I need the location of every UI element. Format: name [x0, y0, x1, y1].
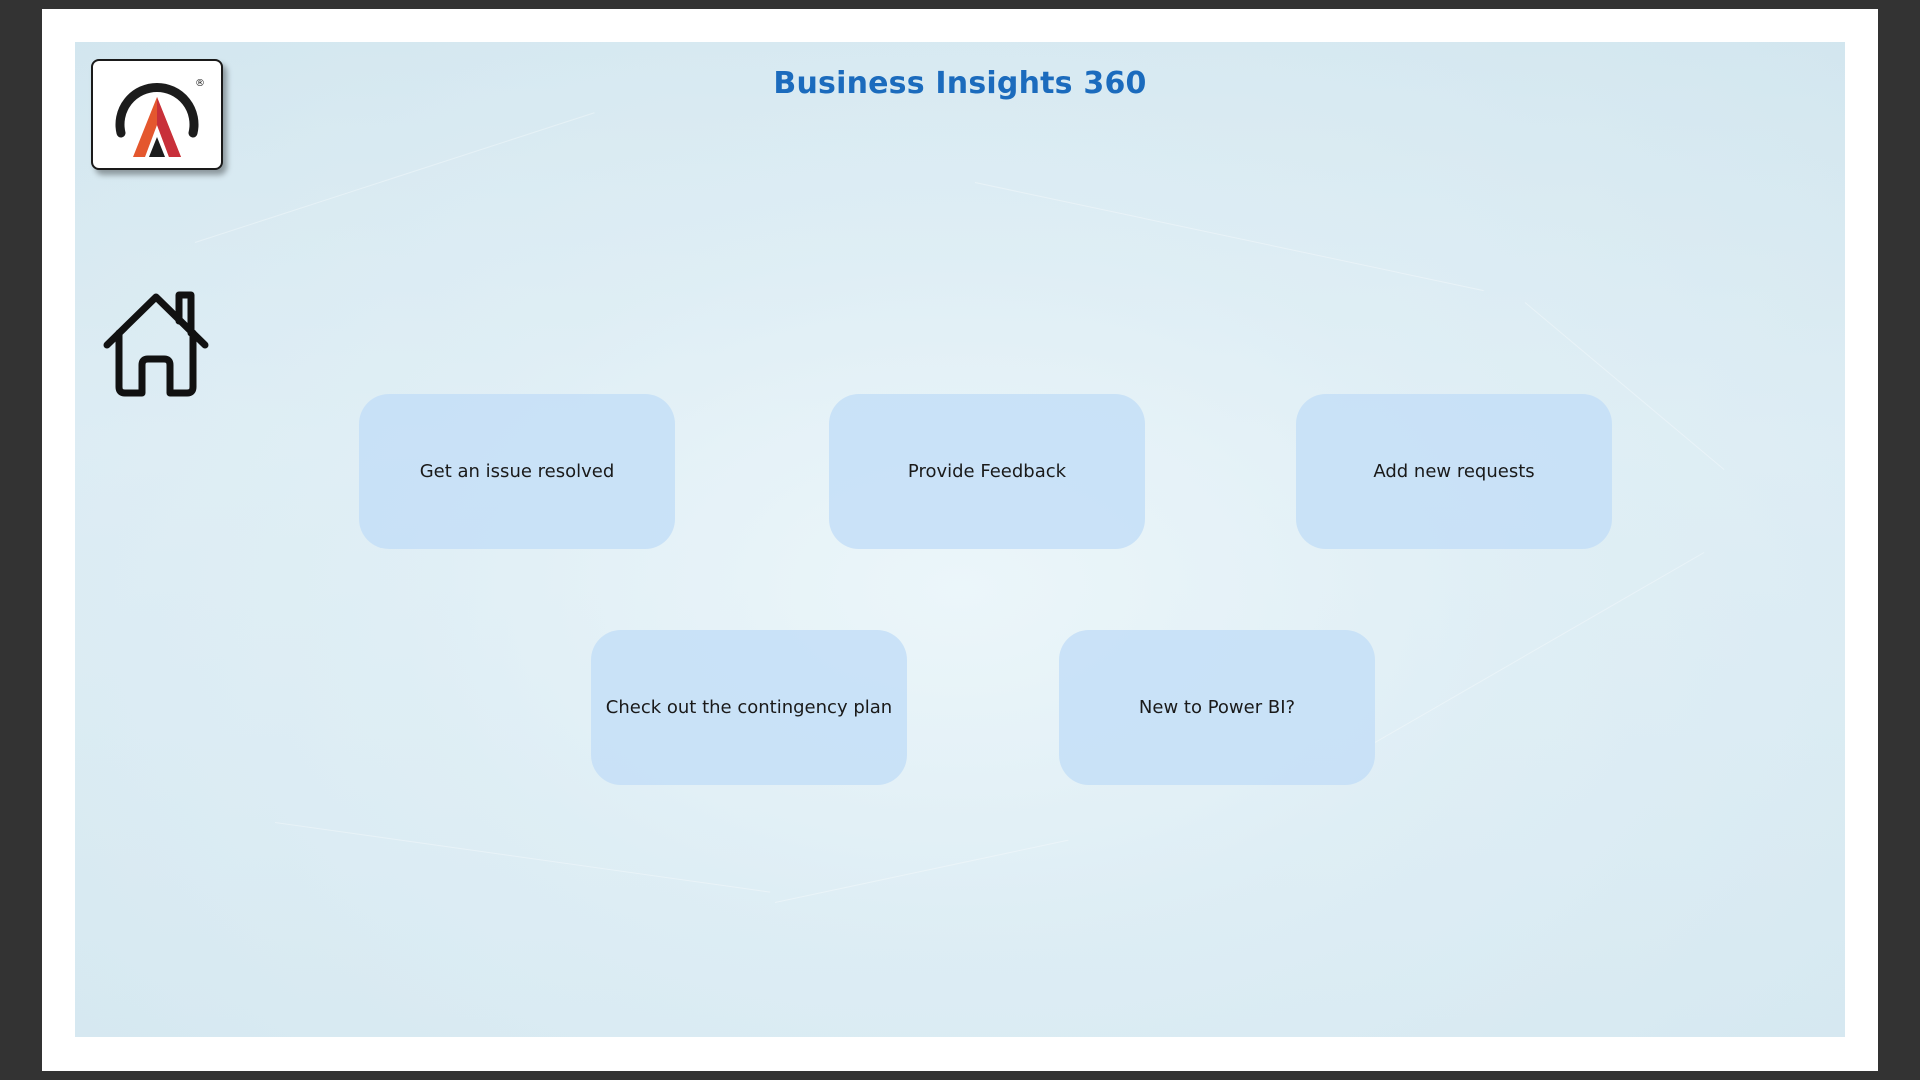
home-icon [103, 291, 209, 397]
contingency-plan-button[interactable]: Check out the contingency plan [591, 630, 907, 785]
report-canvas: Business Insights 360 ® Get an issue res… [75, 42, 1845, 1037]
tile-label: Provide Feedback [907, 461, 1067, 482]
registered-mark: ® [195, 78, 205, 89]
tile-label: Add new requests [1373, 461, 1535, 482]
tile-label: New to Power BI? [1138, 697, 1296, 718]
home-button[interactable] [99, 287, 213, 399]
company-logo: ® [91, 59, 223, 170]
add-new-requests-button[interactable]: Add new requests [1296, 394, 1612, 549]
provide-feedback-button[interactable]: Provide Feedback [829, 394, 1145, 549]
get-issue-resolved-button[interactable]: Get an issue resolved [359, 394, 675, 549]
page-title: Business Insights 360 [773, 66, 1147, 101]
tile-label: Get an issue resolved [419, 461, 615, 482]
atliq-logo-icon: ® [115, 78, 205, 157]
new-to-power-bi-button[interactable]: New to Power BI? [1059, 630, 1375, 785]
report-frame: Business Insights 360 ® Get an issue res… [42, 9, 1878, 1071]
tile-label: Check out the contingency plan [605, 697, 893, 718]
